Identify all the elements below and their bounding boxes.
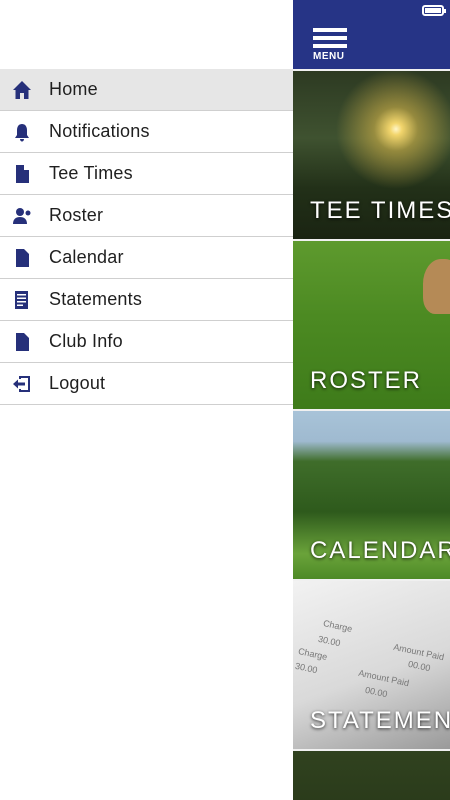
nav-item-label: Roster [49, 205, 104, 225]
nav-item-roster[interactable]: Roster [0, 195, 293, 237]
statement-text: Charge [297, 646, 329, 662]
deer-image [423, 259, 450, 314]
bell-icon [11, 121, 33, 143]
tile-label: ROSTER [310, 367, 423, 394]
nav-item-tee-times[interactable]: Tee Times [0, 153, 293, 195]
nav-item-calendar[interactable]: Calendar [0, 237, 293, 279]
tile-label: TEE TIMES [310, 197, 450, 224]
person-icon [11, 205, 33, 227]
tile-partial[interactable] [293, 749, 450, 800]
tile-roster[interactable]: ROSTER [293, 239, 450, 409]
statement-text: 00.00 [364, 684, 389, 700]
nav-item-label: Tee Times [49, 163, 133, 183]
statement-text: 00.00 [407, 658, 432, 674]
navigation-drawer: Home Notifications Tee Times Roster Cale… [0, 0, 293, 800]
hamburger-icon [313, 28, 347, 32]
nav-item-label: Home [49, 79, 98, 99]
nav-item-logout[interactable]: Logout [0, 363, 293, 405]
menu-label: MENU [313, 51, 345, 62]
nav-item-label: Statements [49, 289, 143, 309]
tile-statements[interactable]: Charge 30.00 Amount Paid 00.00 Charge 30… [293, 579, 450, 749]
nav-item-home[interactable]: Home [0, 69, 293, 111]
document-icon [11, 247, 33, 269]
tile-label: STATEMENTS [310, 707, 450, 734]
battery-icon [422, 5, 446, 16]
statement-text: 30.00 [294, 660, 319, 676]
home-icon [11, 79, 33, 101]
tile-tee-times[interactable]: TEE TIMES [293, 69, 450, 239]
document-icon [11, 163, 33, 185]
statement-icon [11, 289, 33, 311]
nav-item-label: Club Info [49, 331, 123, 351]
statement-text: 30.00 [317, 633, 342, 649]
statement-text: Amount Paid [392, 641, 446, 663]
tile-label: CALENDAR [310, 537, 450, 564]
tile-calendar[interactable]: CALENDAR [293, 409, 450, 579]
top-app-bar: MENU [293, 0, 450, 69]
menu-button[interactable]: MENU [313, 28, 349, 64]
logout-icon [11, 373, 33, 395]
nav-item-notifications[interactable]: Notifications [0, 111, 293, 153]
nav-item-label: Logout [49, 373, 106, 393]
document-icon [11, 331, 33, 353]
nav-item-label: Calendar [49, 247, 124, 267]
statement-text: Charge [322, 618, 354, 634]
nav-item-label: Notifications [49, 121, 150, 141]
main-content: MENU TEE TIMES ROSTER CALENDAR Charge 30… [293, 0, 450, 800]
nav-item-statements[interactable]: Statements [0, 279, 293, 321]
nav-item-club-info[interactable]: Club Info [0, 321, 293, 363]
drawer-header [0, 0, 293, 69]
